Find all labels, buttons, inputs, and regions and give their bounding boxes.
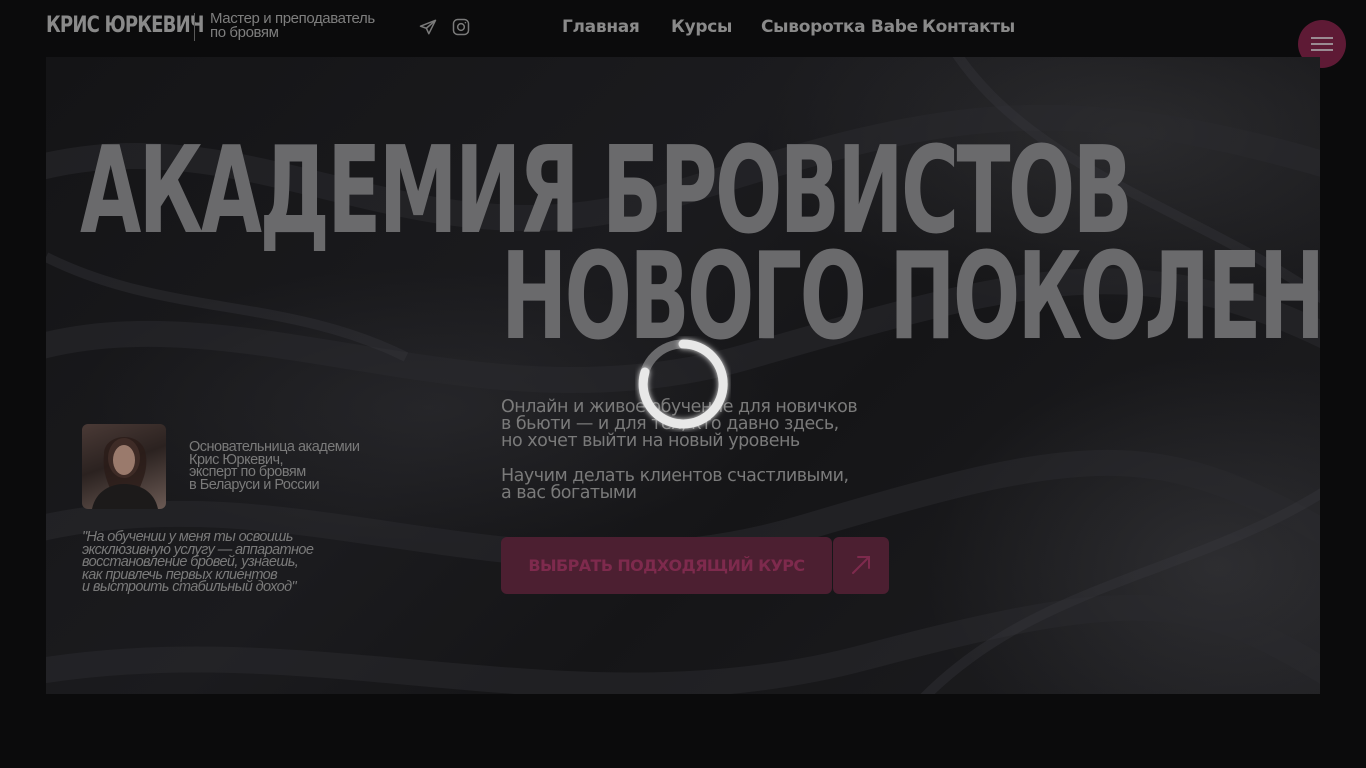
tagline-line: по бровям (210, 24, 279, 41)
hamburger-icon (1311, 49, 1333, 51)
hero-description-2: Научим делать клиентов счастливыми, а ва… (501, 467, 921, 503)
quote-line: и выстроить стабильный доход" (82, 579, 297, 595)
hero-title-line-2: НОВОГО ПОКОЛЕНИЯ (501, 228, 1320, 367)
arrow-up-right-icon (852, 556, 870, 574)
choose-course-arrow-button[interactable] (833, 537, 889, 594)
founder-avatar (82, 424, 166, 509)
founder-quote: "На обучении у меня ты освоишь эксклюзив… (82, 530, 382, 595)
founder-caption: Основательница академии Крис Юркевич, эк… (189, 440, 409, 493)
nav-item-serum[interactable]: Сыворотка Babe (761, 17, 918, 37)
choose-course-button[interactable]: ВЫБРАТЬ ПОДХОДЯЩИЙ КУРС (501, 537, 832, 594)
hamburger-icon (1311, 37, 1333, 39)
nav-item-contacts[interactable]: Контакты (922, 17, 1015, 37)
nav-item-courses[interactable]: Курсы (671, 17, 732, 37)
telegram-icon[interactable] (418, 17, 438, 37)
nav-item-home[interactable]: Главная (562, 17, 640, 37)
header: КРИС ЮРКЕВИЧ Мастер и преподаватель по б… (0, 0, 1366, 68)
hamburger-icon (1311, 43, 1333, 45)
instagram-icon[interactable] (451, 17, 471, 37)
founder-line: в Беларуси и России (189, 476, 320, 493)
loading-spinner-icon (638, 339, 728, 429)
logo[interactable]: КРИС ЮРКЕВИЧ (46, 13, 204, 38)
choose-course-label: ВЫБРАТЬ ПОДХОДЯЩИЙ КУРС (528, 556, 805, 575)
tagline: Мастер и преподаватель по бровям (210, 11, 410, 41)
logo-divider (194, 13, 195, 41)
avatar-photo (92, 437, 158, 509)
description-line: но хочет выйти на новый уровень (501, 431, 800, 451)
description-line: а вас богатыми (501, 483, 637, 503)
page: КРИС ЮРКЕВИЧ Мастер и преподаватель по б… (0, 0, 1366, 768)
